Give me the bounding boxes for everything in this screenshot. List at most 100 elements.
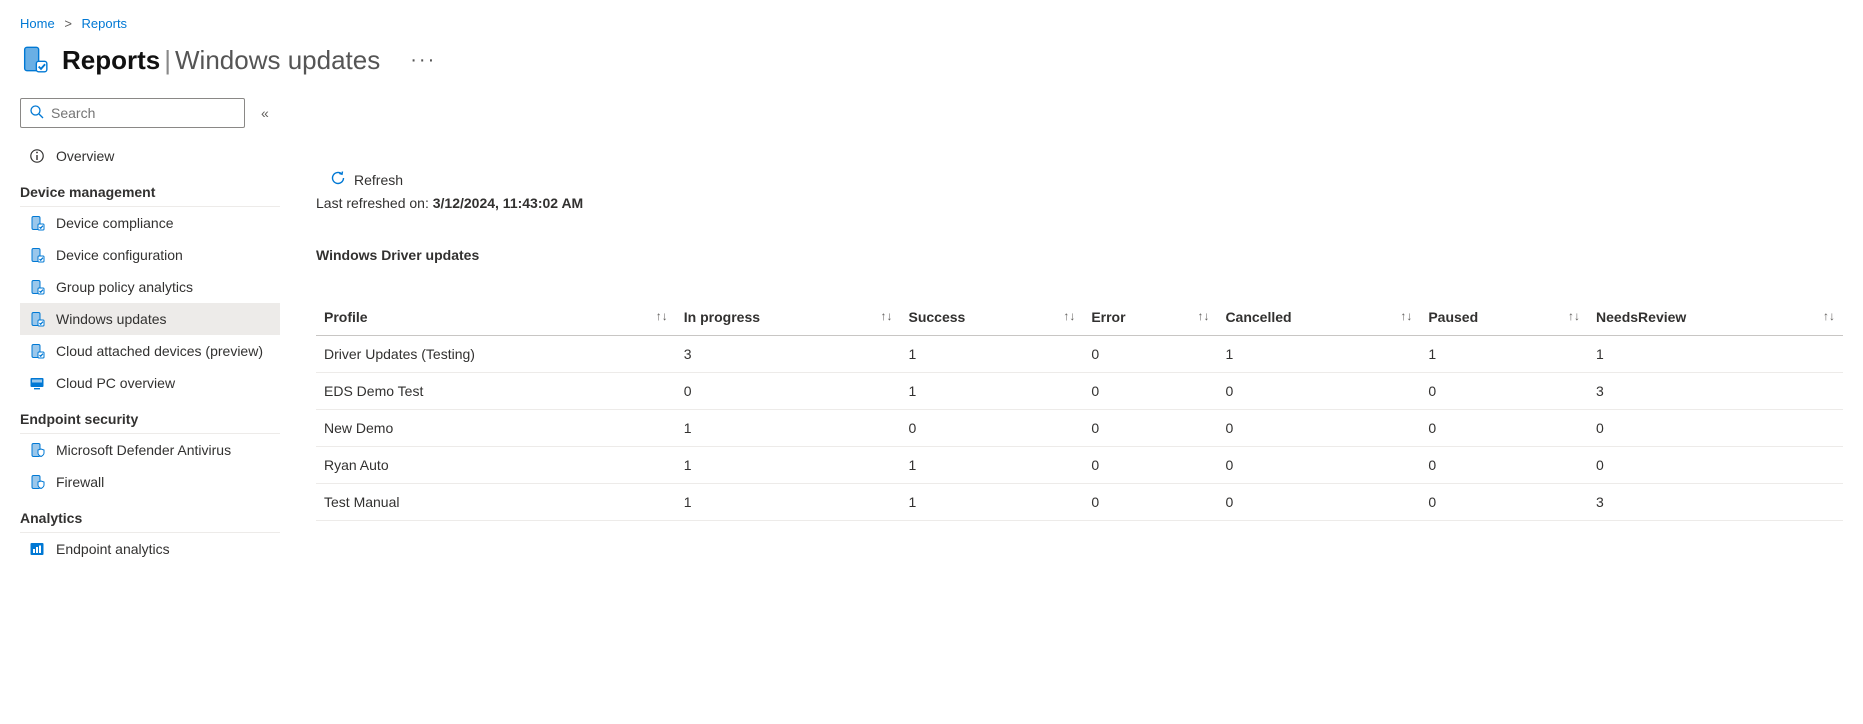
- sort-icon[interactable]: ↑↓: [880, 309, 892, 323]
- cell-in_progress: 1: [676, 447, 901, 484]
- cell-success: 1: [900, 484, 1083, 521]
- breadcrumb-reports-link[interactable]: Reports: [82, 16, 128, 31]
- cell-success: 0: [900, 410, 1083, 447]
- sidebar-item-overview[interactable]: Overview: [20, 140, 280, 172]
- sidebar-item-label: Windows updates: [56, 311, 167, 327]
- sidebar-item-microsoft-defender-antivirus[interactable]: Microsoft Defender Antivirus: [20, 434, 280, 466]
- sort-icon[interactable]: ↑↓: [1400, 309, 1412, 323]
- cell-error: 0: [1083, 447, 1217, 484]
- cell-profile: Ryan Auto: [316, 447, 676, 484]
- device-icon: [28, 541, 46, 557]
- device-icon: [28, 215, 46, 231]
- cell-needs_review: 3: [1588, 484, 1843, 521]
- table-row[interactable]: Test Manual110003: [316, 484, 1843, 521]
- sidebar-group-endpoint-security: Endpoint security: [20, 399, 280, 434]
- cell-cancelled: 0: [1217, 410, 1420, 447]
- cell-in_progress: 1: [676, 410, 901, 447]
- cell-profile: New Demo: [316, 410, 676, 447]
- cell-paused: 0: [1420, 484, 1588, 521]
- column-header-in-progress[interactable]: In progress↑↓: [676, 299, 901, 336]
- sort-icon[interactable]: ↑↓: [656, 309, 668, 323]
- sidebar-item-group-policy-analytics[interactable]: Group policy analytics: [20, 271, 280, 303]
- table-row[interactable]: New Demo100000: [316, 410, 1843, 447]
- sidebar-item-label: Device compliance: [56, 215, 174, 231]
- sidebar-item-label: Cloud attached devices (preview): [56, 343, 263, 359]
- collapse-sidebar-button[interactable]: «: [261, 105, 269, 121]
- cell-in_progress: 3: [676, 336, 901, 373]
- search-input[interactable]: [51, 105, 236, 121]
- column-header-cancelled[interactable]: Cancelled↑↓: [1217, 299, 1420, 336]
- page-title-row: Reports|Windows updates ···: [20, 45, 1843, 76]
- sidebar-item-firewall[interactable]: Firewall: [20, 466, 280, 498]
- cell-success: 1: [900, 373, 1083, 410]
- cell-needs_review: 1: [1588, 336, 1843, 373]
- sidebar-item-label: Group policy analytics: [56, 279, 193, 295]
- cell-paused: 0: [1420, 447, 1588, 484]
- column-header-error[interactable]: Error↑↓: [1083, 299, 1217, 336]
- cell-profile: Driver Updates (Testing): [316, 336, 676, 373]
- cell-error: 0: [1083, 484, 1217, 521]
- column-header-profile[interactable]: Profile↑↓: [316, 299, 676, 336]
- table-row[interactable]: EDS Demo Test010003: [316, 373, 1843, 410]
- cell-success: 1: [900, 336, 1083, 373]
- cell-paused: 1: [1420, 336, 1588, 373]
- cell-paused: 0: [1420, 373, 1588, 410]
- refresh-button[interactable]: Refresh: [330, 170, 403, 189]
- refresh-icon: [330, 170, 346, 189]
- last-refreshed-text: Last refreshed on: 3/12/2024, 11:43:02 A…: [316, 195, 1843, 211]
- cell-cancelled: 0: [1217, 484, 1420, 521]
- sidebar-item-label: Overview: [56, 148, 114, 164]
- breadcrumb-home-link[interactable]: Home: [20, 16, 55, 31]
- breadcrumb: Home > Reports: [20, 16, 1843, 31]
- device-icon: [28, 375, 46, 391]
- cell-in_progress: 0: [676, 373, 901, 410]
- search-icon: [29, 104, 45, 123]
- sidebar-item-device-compliance[interactable]: Device compliance: [20, 207, 280, 239]
- column-header-needsreview[interactable]: NeedsReview↑↓: [1588, 299, 1843, 336]
- refresh-label: Refresh: [354, 172, 403, 188]
- sort-icon[interactable]: ↑↓: [1823, 309, 1835, 323]
- info-icon: [28, 148, 46, 164]
- more-actions-button[interactable]: ···: [410, 49, 436, 72]
- sidebar-item-cloud-attached-devices-preview-[interactable]: Cloud attached devices (preview): [20, 335, 280, 367]
- cell-cancelled: 0: [1217, 373, 1420, 410]
- cell-success: 1: [900, 447, 1083, 484]
- sort-icon[interactable]: ↑↓: [1568, 309, 1580, 323]
- search-input-wrapper[interactable]: [20, 98, 245, 128]
- sidebar-item-device-configuration[interactable]: Device configuration: [20, 239, 280, 271]
- cell-needs_review: 0: [1588, 410, 1843, 447]
- cell-profile: Test Manual: [316, 484, 676, 521]
- driver-updates-table: Profile↑↓In progress↑↓Success↑↓Error↑↓Ca…: [316, 299, 1843, 521]
- sidebar-item-label: Endpoint analytics: [56, 541, 170, 557]
- cell-cancelled: 1: [1217, 336, 1420, 373]
- cell-cancelled: 0: [1217, 447, 1420, 484]
- sidebar-item-label: Firewall: [56, 474, 104, 490]
- column-header-paused[interactable]: Paused↑↓: [1420, 299, 1588, 336]
- column-header-success[interactable]: Success↑↓: [900, 299, 1083, 336]
- device-icon: [28, 247, 46, 263]
- sidebar-item-label: Cloud PC overview: [56, 375, 175, 391]
- cell-paused: 0: [1420, 410, 1588, 447]
- device-icon: [28, 279, 46, 295]
- sidebar-item-windows-updates[interactable]: Windows updates: [20, 303, 280, 335]
- sort-icon[interactable]: ↑↓: [1197, 309, 1209, 323]
- cell-needs_review: 0: [1588, 447, 1843, 484]
- device-icon: [28, 343, 46, 359]
- cell-needs_review: 3: [1588, 373, 1843, 410]
- cell-error: 0: [1083, 373, 1217, 410]
- sidebar-group-analytics: Analytics: [20, 498, 280, 533]
- table-row[interactable]: Driver Updates (Testing)310111: [316, 336, 1843, 373]
- page-title: Reports|Windows updates: [62, 45, 380, 76]
- reports-device-icon: [20, 45, 48, 76]
- device-icon: [28, 442, 46, 458]
- sort-icon[interactable]: ↑↓: [1063, 309, 1075, 323]
- table-row[interactable]: Ryan Auto110000: [316, 447, 1843, 484]
- sidebar-item-cloud-pc-overview[interactable]: Cloud PC overview: [20, 367, 280, 399]
- sidebar-item-label: Microsoft Defender Antivirus: [56, 442, 231, 458]
- device-icon: [28, 311, 46, 327]
- device-icon: [28, 474, 46, 490]
- cell-error: 0: [1083, 410, 1217, 447]
- cell-error: 0: [1083, 336, 1217, 373]
- chevron-right-icon: >: [64, 16, 72, 31]
- sidebar-item-endpoint-analytics[interactable]: Endpoint analytics: [20, 533, 280, 565]
